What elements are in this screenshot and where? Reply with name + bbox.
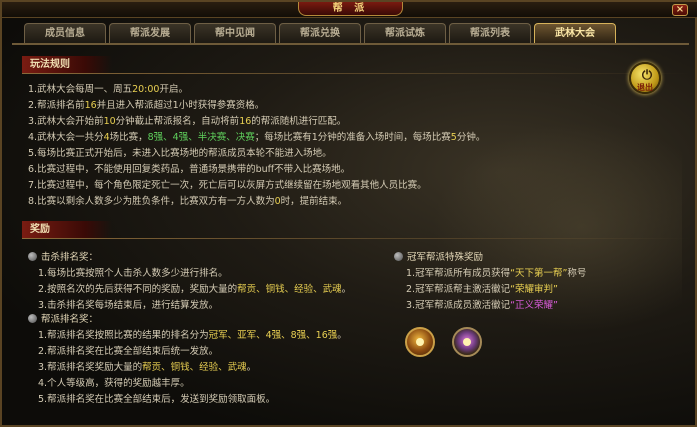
title-bar: 帮 派 × <box>2 2 697 18</box>
tab-martial-conference[interactable]: 武林大会 <box>534 23 616 43</box>
kill-rank-rewards: 击杀排名奖： 1.每场比赛按照个人击杀人数多少进行排名。 2.按照名次的先后获得… <box>28 250 398 314</box>
reward-line: 1.冠军帮派所有成员获得“天下第一帮”称号 <box>406 268 587 279</box>
rewards-heading: 奖励 <box>22 221 112 238</box>
bullet-icon <box>28 314 37 323</box>
exit-button-label: 退出 <box>637 83 653 92</box>
reward-line: 1.每场比赛按照个人击杀人数多少进行排名。 <box>38 268 228 279</box>
justice-glory-badge-icon[interactable] <box>452 327 482 357</box>
rule-line: 3.武林大会开始前10分钟截止帮派报名，自动将前16的帮派随机进行匹配。 <box>28 116 347 127</box>
bullet-icon <box>394 252 403 261</box>
rules-heading: 玩法规则 <box>22 56 112 73</box>
tab-underline <box>12 43 689 45</box>
glory-judgment-badge-icon[interactable] <box>405 327 435 357</box>
tab-guild-trial[interactable]: 帮派试炼 <box>364 23 446 43</box>
kill-rank-title: 击杀排名奖： <box>28 250 398 266</box>
tab-member-info[interactable]: 成员信息 <box>24 23 106 43</box>
rewards-divider <box>22 238 690 239</box>
rule-line: 2.帮派排名前16并且进入帮派超过1小时获得参赛资格。 <box>28 100 265 111</box>
tab-guild-news[interactable]: 帮中见闻 <box>194 23 276 43</box>
window-title: 帮 派 <box>298 2 403 16</box>
close-button[interactable]: × <box>672 4 688 16</box>
reward-line: 2.按照名次的先后获得不同的奖励，奖励大量的帮贡、铜钱、经验、武魂。 <box>38 284 352 295</box>
exit-button[interactable]: ⏻ 退出 <box>629 62 661 94</box>
rule-line: 1.武林大会每周一、周五20:00开启。 <box>28 84 188 95</box>
reward-line: 2.冠军帮派帮主激活徽记“荣耀审判” <box>406 284 558 295</box>
guild-rank-title: 帮派排名奖： <box>28 312 408 328</box>
rules-list: 1.武林大会每周一、周五20:00开启。 2.帮派排名前16并且进入帮派超过1小… <box>28 82 588 210</box>
rule-line: 4.武林大会一共分4场比赛，8强、4强、半决赛、决赛；每场比赛有1分钟的准备入场… <box>28 132 486 143</box>
champion-title: 冠军帮派特殊奖励 <box>394 250 684 266</box>
tab-guild-exchange[interactable]: 帮派兑换 <box>279 23 361 43</box>
tab-guild-list[interactable]: 帮派列表 <box>449 23 531 43</box>
reward-line: 4.个人等级高，获得的奖励越丰厚。 <box>38 378 190 389</box>
reward-line: 3.帮派排名奖奖励大量的帮贡、铜钱、经验、武魂。 <box>38 362 257 373</box>
guild-window: 帮 派 × 成员信息 帮派发展 帮中见闻 帮派兑换 帮派试炼 帮派列表 武林大会… <box>0 0 697 427</box>
reward-line: 3.冠军帮派成员激活徽记“正义荣耀” <box>406 300 558 311</box>
rules-divider <box>22 73 690 74</box>
champion-rewards: 冠军帮派特殊奖励 1.冠军帮派所有成员获得“天下第一帮”称号 2.冠军帮派帮主激… <box>394 250 684 314</box>
guild-rank-rewards: 帮派排名奖： 1.帮派排名奖按照比赛的结果的排名分为冠军、亚军、4强、8强、16… <box>28 312 408 408</box>
rule-line: 7.比赛过程中，每个角色限定死亡一次，死亡后可以灰屏方式继续留在场地观看其他人员… <box>28 180 427 191</box>
rule-line: 5.每场比赛正式开始后，未进入比赛场地的帮派成员本轮不能进入场地。 <box>28 148 332 159</box>
rule-line: 6.比赛过程中，不能使用回复类药品，普通场景携带的buff不带入比赛场地。 <box>28 164 351 175</box>
rule-line: 8.比赛以剩余人数多少为胜负条件，比赛双方有一方人数为0时，提前结束。 <box>28 196 348 207</box>
reward-line: 5.帮派排名奖在比赛全部结束后，发送到奖励领取面板。 <box>38 394 276 405</box>
reward-line: 2.帮派排名奖在比赛全部结束后统一发放。 <box>38 346 219 357</box>
tab-guild-development[interactable]: 帮派发展 <box>109 23 191 43</box>
bullet-icon <box>28 252 37 261</box>
tab-bar: 成员信息 帮派发展 帮中见闻 帮派兑换 帮派试炼 帮派列表 武林大会 <box>24 23 616 43</box>
reward-line: 1.帮派排名奖按照比赛的结果的排名分为冠军、亚军、4强、8强、16强。 <box>38 330 347 341</box>
